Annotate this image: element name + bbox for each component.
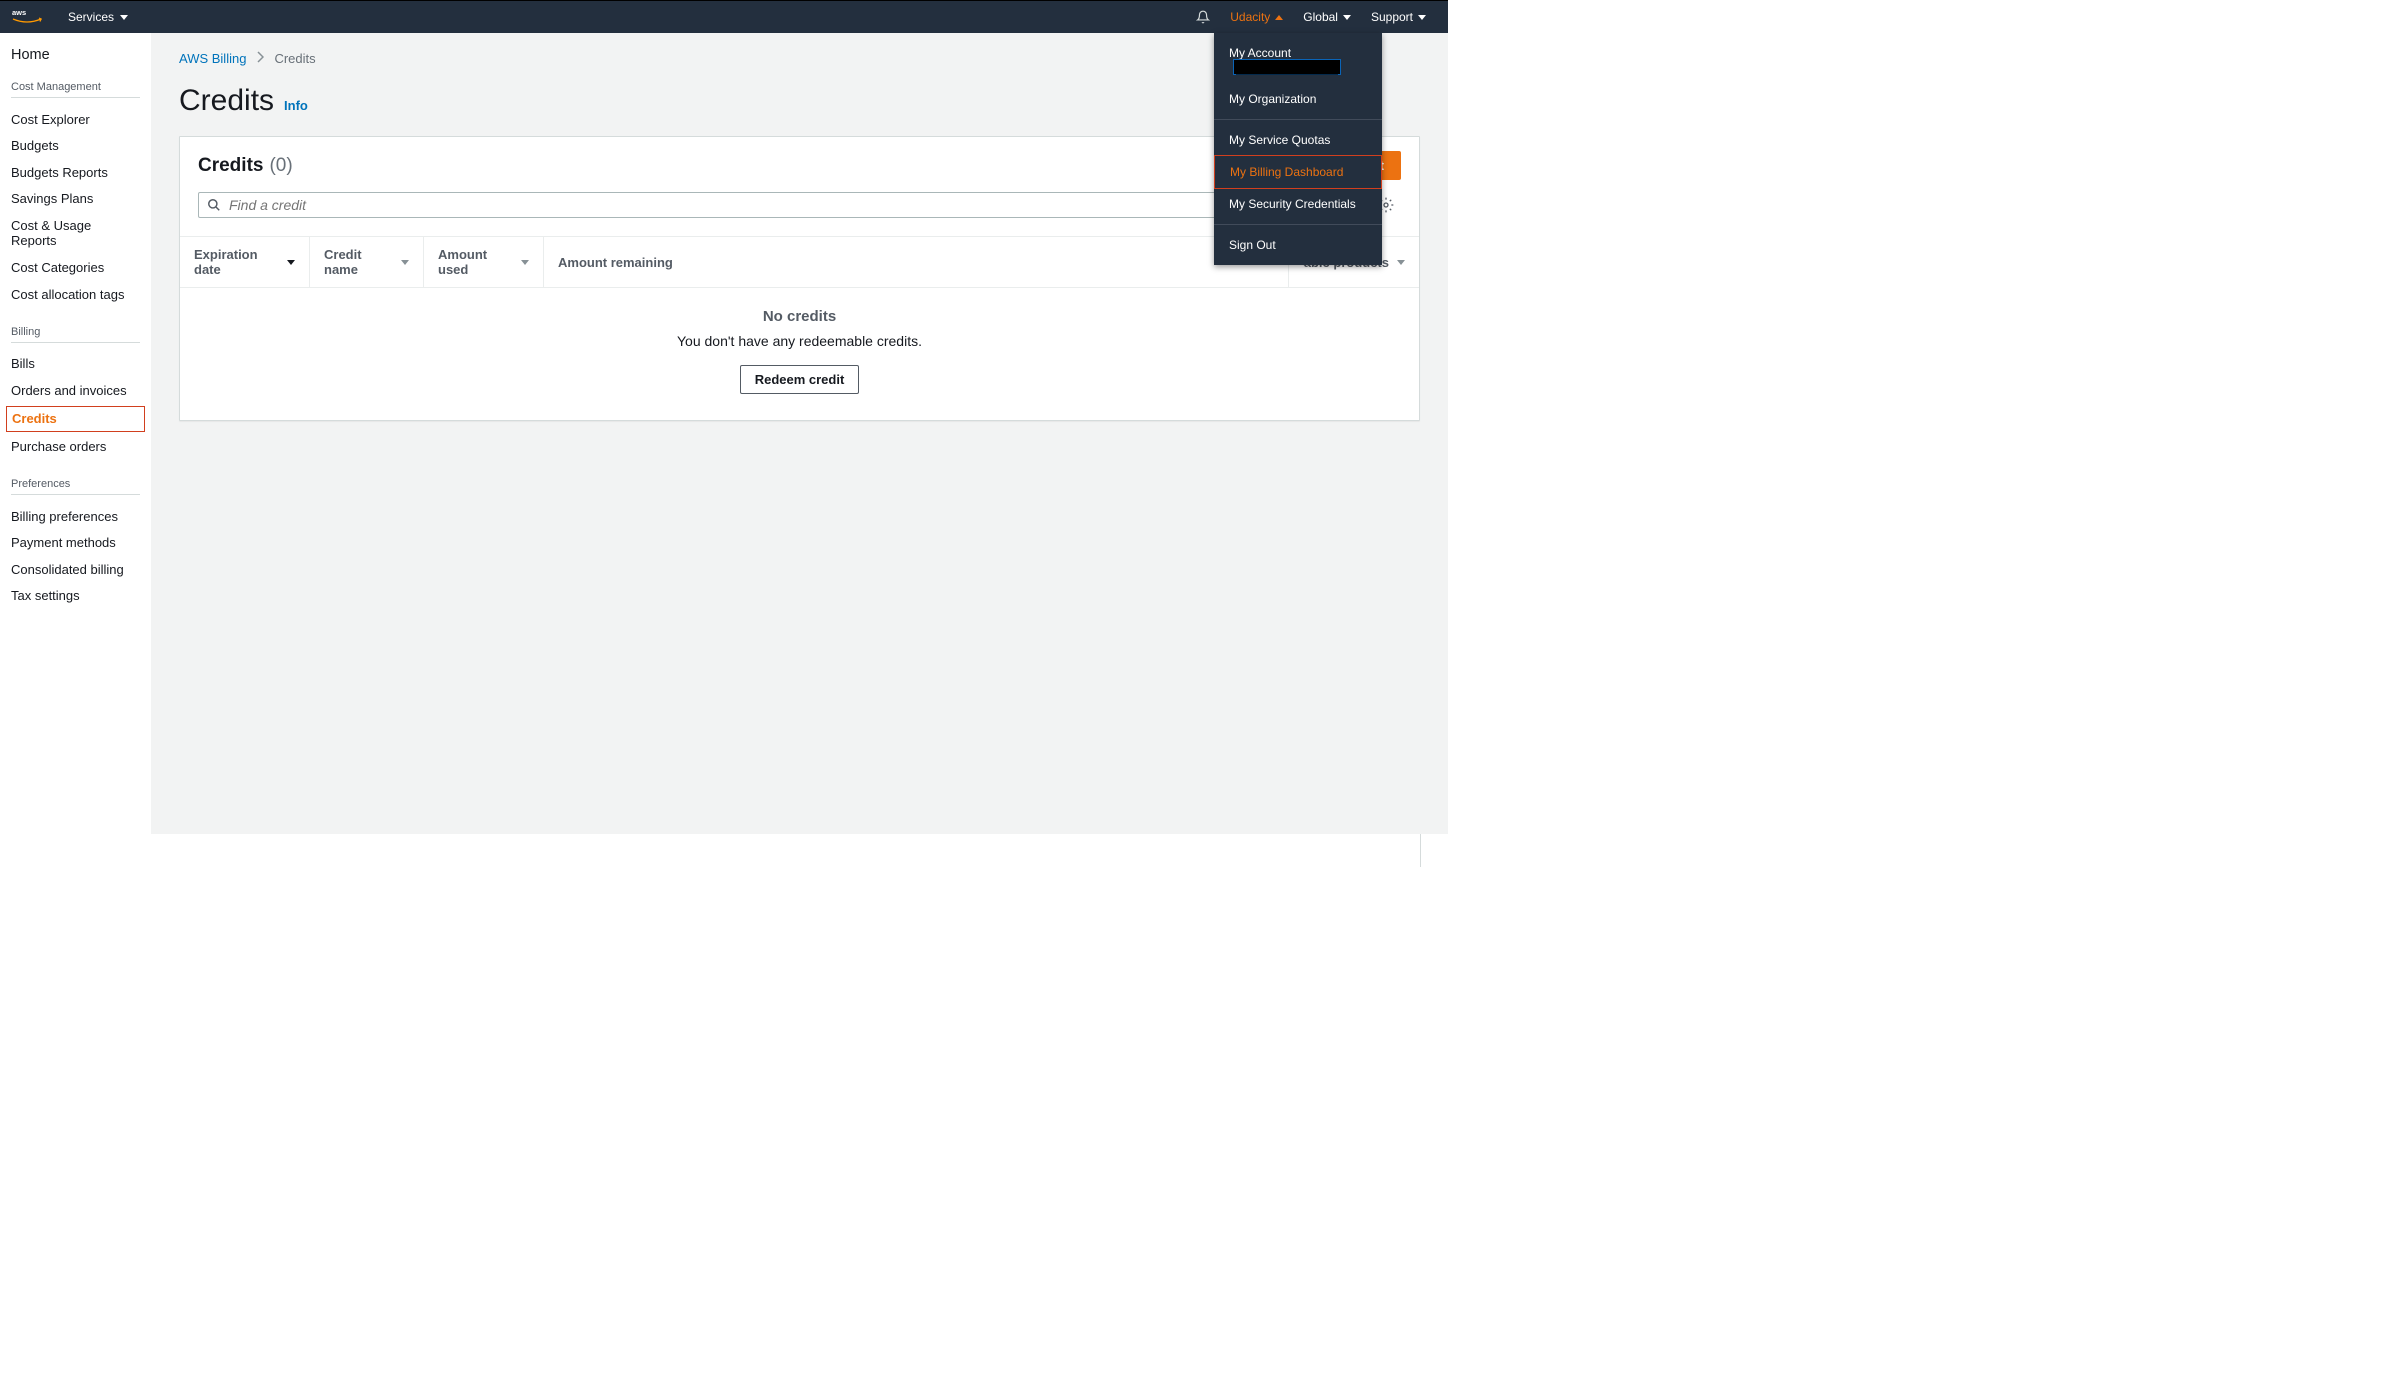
account-menu[interactable]: Udacity [1220, 10, 1293, 24]
account-label: Udacity [1230, 10, 1270, 24]
dropdown-item-billing-dashboard[interactable]: My Billing Dashboard [1214, 155, 1382, 189]
dropdown-item-my-organization[interactable]: My Organization [1214, 83, 1382, 115]
sort-desc-icon [287, 260, 295, 265]
column-label: Amount used [438, 247, 513, 277]
sidebar: Home Cost Management Cost Explorer Budge… [0, 33, 151, 834]
dropdown-item-my-account[interactable]: My Account ████████████ [1214, 37, 1382, 83]
region-label: Global [1303, 10, 1338, 24]
support-menu[interactable]: Support [1361, 10, 1436, 24]
sidebar-section-title: Preferences [11, 478, 140, 495]
chevron-down-icon [1418, 15, 1426, 20]
region-menu[interactable]: Global [1293, 10, 1361, 24]
dropdown-item-sign-out[interactable]: Sign Out [1214, 229, 1382, 261]
svg-text:aws: aws [12, 8, 26, 17]
column-header-credit-name[interactable]: Credit name [310, 237, 424, 287]
sidebar-section-preferences: Preferences Billing preferences Payment … [11, 478, 140, 609]
breadcrumb-root[interactable]: AWS Billing [179, 51, 246, 66]
sidebar-item-payment-methods[interactable]: Payment methods [11, 530, 140, 557]
sort-icon [1397, 260, 1405, 265]
dropdown-item-security-credentials[interactable]: My Security Credentials [1214, 188, 1382, 220]
chevron-down-icon [120, 15, 128, 20]
dropdown-group: My Account ████████████ My Organization [1214, 33, 1382, 120]
column-header-expiration[interactable]: Expiration date [180, 237, 310, 287]
sidebar-item-credits[interactable]: Credits [6, 406, 145, 432]
column-label: Credit name [324, 247, 393, 277]
sidebar-item-cost-categories[interactable]: Cost Categories [11, 255, 140, 282]
sort-icon [401, 260, 409, 265]
chevron-down-icon [1343, 15, 1351, 20]
column-label: Amount remaining [558, 255, 673, 270]
sidebar-section-cost-management: Cost Management Cost Explorer Budgets Bu… [11, 81, 140, 308]
dropdown-group: My Service Quotas My Billing Dashboard M… [1214, 120, 1382, 225]
sidebar-item-orders-invoices[interactable]: Orders and invoices [11, 377, 140, 404]
column-header-amount-used[interactable]: Amount used [424, 237, 544, 287]
empty-title: No credits [180, 308, 1419, 325]
sidebar-item-consolidated-billing[interactable]: Consolidated billing [11, 556, 140, 583]
sidebar-section-title: Billing [11, 326, 140, 343]
support-label: Support [1371, 10, 1413, 24]
sidebar-item-cost-explorer[interactable]: Cost Explorer [11, 106, 140, 133]
dropdown-item-label: My Account [1229, 46, 1291, 60]
search-input-container[interactable] [198, 192, 1292, 218]
panel-title: Credits [198, 155, 263, 177]
chevron-right-icon [256, 51, 264, 66]
empty-subtitle: You don't have any redeemable credits. [180, 333, 1419, 349]
sidebar-item-tax-settings[interactable]: Tax settings [11, 583, 140, 610]
search-input[interactable] [229, 197, 1283, 213]
sidebar-item-budgets[interactable]: Budgets [11, 133, 140, 160]
sidebar-item-cost-usage-reports[interactable]: Cost & Usage Reports [11, 212, 140, 254]
sidebar-item-purchase-orders[interactable]: Purchase orders [11, 434, 140, 461]
account-number-masked: ████████████ [1233, 59, 1341, 75]
dropdown-item-service-quotas[interactable]: My Service Quotas [1214, 124, 1382, 156]
sidebar-home[interactable]: Home [11, 47, 140, 63]
sidebar-item-savings-plans[interactable]: Savings Plans [11, 186, 140, 213]
panel-count: (0) [269, 155, 292, 177]
page-title: Credits [179, 84, 274, 118]
empty-state: No credits You don't have any redeemable… [180, 288, 1419, 420]
chevron-up-icon [1275, 15, 1283, 20]
column-label: Expiration date [194, 247, 279, 277]
services-menu[interactable]: Services [60, 10, 136, 24]
sidebar-item-budgets-reports[interactable]: Budgets Reports [11, 159, 140, 186]
column-header-amount-remaining[interactable]: Amount remaining [544, 237, 1289, 287]
aws-logo[interactable]: aws [12, 8, 42, 26]
sidebar-item-bills[interactable]: Bills [11, 351, 140, 378]
sort-icon [521, 260, 529, 265]
sidebar-item-cost-allocation-tags[interactable]: Cost allocation tags [11, 281, 140, 308]
top-nav: aws Services Udacity Global Support [0, 0, 1448, 33]
search-icon [207, 198, 221, 212]
notifications-button[interactable] [1186, 10, 1220, 24]
account-dropdown: My Account ████████████ My Organization … [1214, 33, 1382, 265]
info-link[interactable]: Info [284, 98, 308, 113]
sidebar-section-title: Cost Management [11, 81, 140, 98]
bell-icon [1196, 10, 1210, 24]
sidebar-section-billing: Billing Bills Orders and invoices Credit… [11, 326, 140, 460]
breadcrumb-current: Credits [274, 51, 315, 66]
sidebar-item-billing-preferences[interactable]: Billing preferences [11, 503, 140, 530]
empty-redeem-button[interactable]: Redeem credit [740, 365, 860, 394]
services-label: Services [68, 10, 114, 24]
dropdown-group: Sign Out [1214, 225, 1382, 265]
